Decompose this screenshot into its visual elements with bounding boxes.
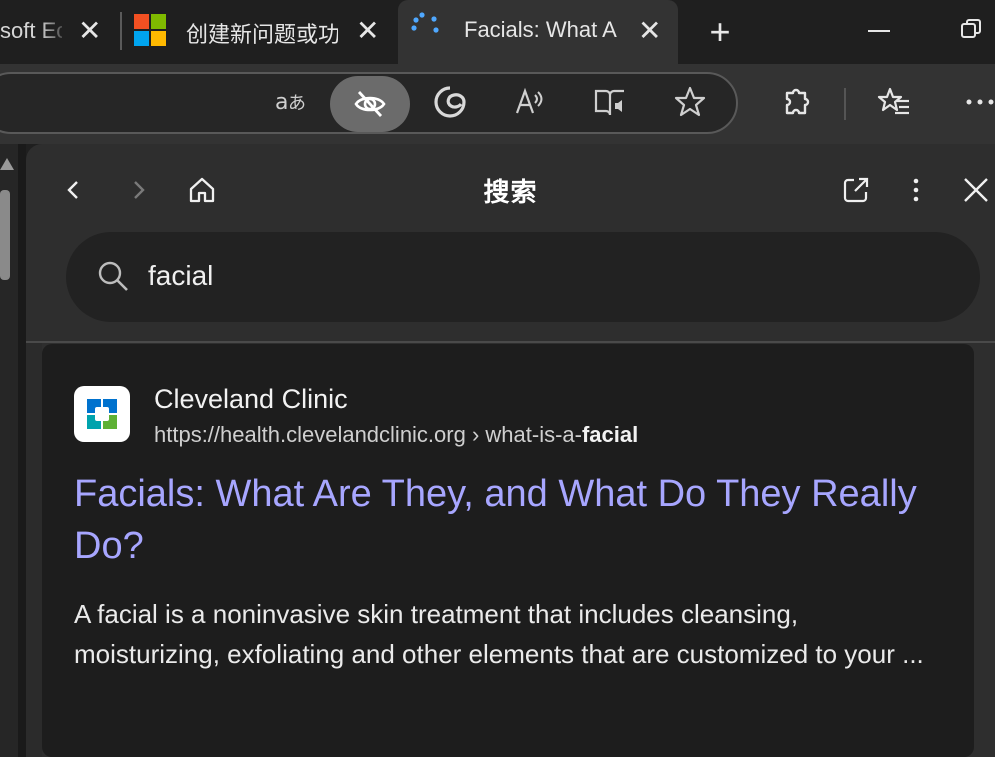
immersive-reader-icon[interactable] [586,78,634,126]
scrollbar-thumb[interactable] [0,190,10,280]
cleveland-clinic-logo-icon [74,386,130,442]
translate-icon[interactable]: aあ [266,78,314,126]
tab-close-icon[interactable]: ✕ [78,17,101,45]
scroll-up-arrow-icon[interactable] [0,158,14,170]
minimize-icon[interactable] [868,30,890,32]
search-icon [98,261,128,291]
panel-scroll-rail [26,343,42,757]
tab-strip: soft Ec ✕ 创建新问题或功 ✕ Facials: What A ✕ + [0,0,995,64]
add-favorite-icon[interactable] [666,78,714,126]
search-side-panel: 搜索 facial Cleveland Clinic https://healt… [26,144,995,757]
panel-divider [26,341,995,343]
extensions-icon[interactable] [772,78,820,126]
search-box[interactable]: facial [66,232,980,322]
read-aloud-icon[interactable] [506,78,554,126]
new-tab-button[interactable]: + [700,11,740,52]
open-in-new-tab-icon[interactable] [834,168,878,212]
restore-window-icon[interactable] [960,18,982,40]
tab-close-icon[interactable]: ✕ [638,17,661,45]
tab-title: Facials: What A [464,17,617,42]
panel-header: 搜索 [26,144,995,234]
tab-create-issue[interactable]: 创建新问题或功 ✕ [122,0,398,64]
result-url-keyword: facial [581,422,639,447]
result-title-link[interactable]: Facials: What Are They, and What Do They… [74,468,954,572]
svg-text:あ: あ [288,93,306,114]
search-input[interactable]: facial [148,260,213,292]
svg-text:a: a [275,90,288,115]
more-icon[interactable] [956,78,995,126]
result-url-prefix: https://health.clevelandclinic.org › wha… [154,422,582,447]
edge-copilot-icon[interactable] [426,78,474,126]
microsoft-logo-icon [134,14,166,46]
result-snippet: A facial is a noninvasive skin treatment… [74,599,924,669]
close-panel-icon[interactable] [954,168,995,212]
tab-microsoft-edge[interactable]: soft Ec ✕ [0,0,120,64]
more-options-icon[interactable] [894,168,938,212]
tab-facials-active[interactable]: Facials: What A ✕ [398,0,678,64]
loading-dots-icon [411,12,439,33]
result-url[interactable]: https://health.clevelandclinic.org › wha… [154,422,638,448]
tab-title: 创建新问题或功 [186,22,338,47]
result-site-name: Cleveland Clinic [154,384,348,414]
tracking-prevention-icon[interactable] [330,76,410,132]
browser-toolbar: aあ [0,64,995,144]
search-result-card: Cleveland Clinic https://health.clevelan… [42,344,974,757]
favorites-icon[interactable] [870,78,918,126]
toolbar-divider [844,88,846,120]
tab-close-icon[interactable]: ✕ [356,17,379,45]
